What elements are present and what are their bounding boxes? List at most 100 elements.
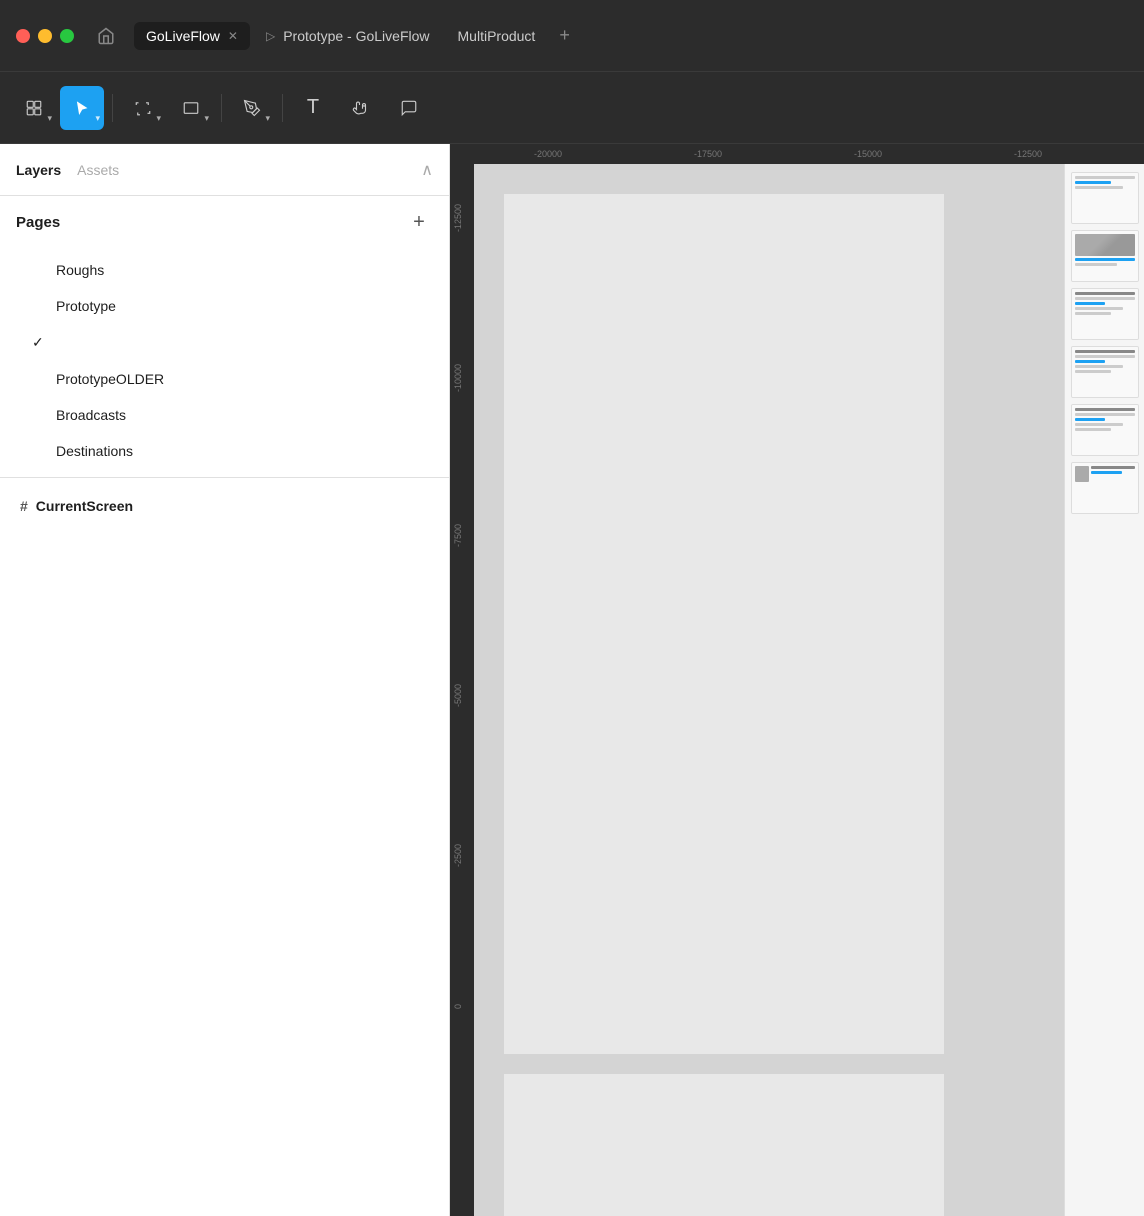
thumb-inner-1 — [1072, 173, 1138, 223]
page-label-roughs: Roughs — [56, 262, 104, 278]
tab-goliveflow[interactable]: GoLiveFlow ✕ — [134, 22, 250, 50]
pages-section: Pages + Roughs Prototype ✓ PrototypeOLDE… — [0, 196, 449, 478]
page-label-prototypeolder: PrototypeOLDER — [56, 371, 164, 387]
v-ruler-label-1: -12500 — [453, 204, 463, 232]
tab-goliveflow-label: GoLiveFlow — [146, 28, 220, 44]
assets-tab[interactable]: Assets — [77, 158, 119, 182]
toolbar-sep-1 — [112, 94, 113, 122]
thumb-line-3b — [1075, 297, 1135, 300]
tab-prototype-label: Prototype - GoLiveFlow — [283, 28, 429, 44]
thumb-inner-3 — [1072, 289, 1138, 339]
layer-label-currentscreen: CurrentScreen — [36, 498, 133, 514]
home-icon[interactable] — [90, 20, 122, 52]
layers-tab[interactable]: Layers — [16, 158, 61, 182]
select-tool[interactable]: ▾ — [60, 86, 104, 130]
tab-prototype[interactable]: ▷ Prototype - GoLiveFlow — [254, 22, 442, 50]
text-icon: T — [307, 96, 319, 119]
thumbnail-5[interactable] — [1071, 404, 1139, 456]
h-ruler-label-4: -12500 — [1014, 149, 1042, 159]
toolbar-sep-3 — [282, 94, 283, 122]
thumb-line-4b — [1075, 355, 1135, 358]
shape-tool[interactable]: ▾ — [169, 86, 213, 130]
close-button[interactable] — [16, 29, 30, 43]
page-item-selected[interactable]: ✓ — [16, 324, 433, 361]
tab-multiproduct-label: MultiProduct — [458, 28, 536, 44]
thumb-inner-6 — [1072, 463, 1138, 513]
frame-layer-icon: # — [20, 498, 28, 514]
tab-list: GoLiveFlow ✕ ▷ Prototype - GoLiveFlow Mu… — [134, 21, 1128, 50]
collapse-panel-icon[interactable]: ∧ — [421, 160, 433, 180]
pen-chevron: ▾ — [265, 113, 270, 124]
v-ruler-label-5: -2500 — [453, 844, 463, 867]
thumbnail-4[interactable] — [1071, 346, 1139, 398]
v-ruler-label-2: -10000 — [453, 364, 463, 392]
component-tool[interactable]: ▾ — [12, 86, 56, 130]
page-item-prototype[interactable]: Prototype — [16, 288, 433, 324]
thumb-line-3d — [1075, 307, 1123, 310]
select-chevron: ▾ — [95, 113, 100, 124]
page-item-destinations[interactable]: Destinations — [16, 433, 433, 469]
page-check-icon: ✓ — [32, 334, 44, 351]
thumb-line-3 — [1075, 186, 1123, 189]
thumb-line-2b — [1075, 263, 1117, 266]
pages-header: Pages + — [16, 196, 433, 248]
thumb-cols-6 — [1075, 466, 1135, 482]
frame-tool[interactable]: ▾ — [121, 86, 165, 130]
tab-close-icon[interactable]: ✕ — [228, 29, 238, 43]
thumb-line-6a — [1091, 466, 1135, 469]
v-ruler-label-3: -7500 — [453, 524, 463, 547]
text-tool[interactable]: T — [291, 86, 335, 130]
canvas-workspace[interactable] — [474, 164, 1144, 1216]
page-item-broadcasts[interactable]: Broadcasts — [16, 397, 433, 433]
v-ruler-label-6: 0 — [453, 1004, 463, 1009]
h-ruler-label-3: -15000 — [854, 149, 882, 159]
thumb-line-5c — [1075, 418, 1105, 421]
thumb-line-5a — [1075, 408, 1135, 411]
thumb-inner-5 — [1072, 405, 1138, 455]
canvas-area[interactable]: -20000 -17500 -15000 -12500 -12500 -1000… — [450, 144, 1144, 1216]
thumb-line-2a — [1075, 258, 1135, 261]
shape-chevron: ▾ — [204, 113, 209, 124]
page-label-destinations: Destinations — [56, 443, 133, 459]
thumbnail-2[interactable] — [1071, 230, 1139, 282]
design-frame-lower — [504, 1074, 944, 1216]
new-tab-button[interactable]: + — [551, 21, 578, 50]
thumb-line-3c — [1075, 302, 1105, 305]
main-layout: Layers Assets ∧ Pages + Roughs Prototype… — [0, 144, 1144, 1216]
page-label-prototype: Prototype — [56, 298, 116, 314]
add-page-button[interactable]: + — [405, 208, 433, 236]
page-item-prototypeolder[interactable]: PrototypeOLDER — [16, 361, 433, 397]
pen-tool[interactable]: ▾ — [230, 86, 274, 130]
frame-chevron: ▾ — [156, 113, 161, 124]
right-thumbnails-panel — [1064, 164, 1144, 1216]
v-ruler: -12500 -10000 -7500 -5000 -2500 0 — [450, 164, 474, 1216]
comment-tool[interactable] — [387, 86, 431, 130]
thumbnail-1[interactable] — [1071, 172, 1139, 224]
v-ruler-label-4: -5000 — [453, 684, 463, 707]
thumb-line-4d — [1075, 365, 1123, 368]
play-icon: ▷ — [266, 29, 275, 43]
pages-title: Pages — [16, 214, 405, 231]
page-item-roughs[interactable]: Roughs — [16, 252, 433, 288]
thumbnail-6[interactable] — [1071, 462, 1139, 514]
minimize-button[interactable] — [38, 29, 52, 43]
thumb-inner-4 — [1072, 347, 1138, 397]
panel-tabs: Layers Assets ∧ — [0, 144, 449, 196]
toolbar: ▾ ▾ ▾ ▾ ▾ T — [0, 72, 1144, 144]
thumb-line-5d — [1075, 423, 1123, 426]
hand-tool[interactable] — [339, 86, 383, 130]
thumb-line-3e — [1075, 312, 1111, 315]
layer-item-currentscreen[interactable]: # CurrentScreen — [16, 490, 433, 522]
window-controls — [16, 29, 74, 43]
thumb-line-1 — [1075, 176, 1135, 179]
thumb-line-4c — [1075, 360, 1105, 363]
thumb-line-6b — [1091, 471, 1122, 474]
tab-multiproduct[interactable]: MultiProduct — [446, 22, 548, 50]
component-chevron: ▾ — [47, 113, 52, 124]
titlebar: GoLiveFlow ✕ ▷ Prototype - GoLiveFlow Mu… — [0, 0, 1144, 72]
page-label-broadcasts: Broadcasts — [56, 407, 126, 423]
thumb-line-5e — [1075, 428, 1111, 431]
thumbnail-3[interactable] — [1071, 288, 1139, 340]
maximize-button[interactable] — [60, 29, 74, 43]
thumb-line-2 — [1075, 181, 1111, 184]
